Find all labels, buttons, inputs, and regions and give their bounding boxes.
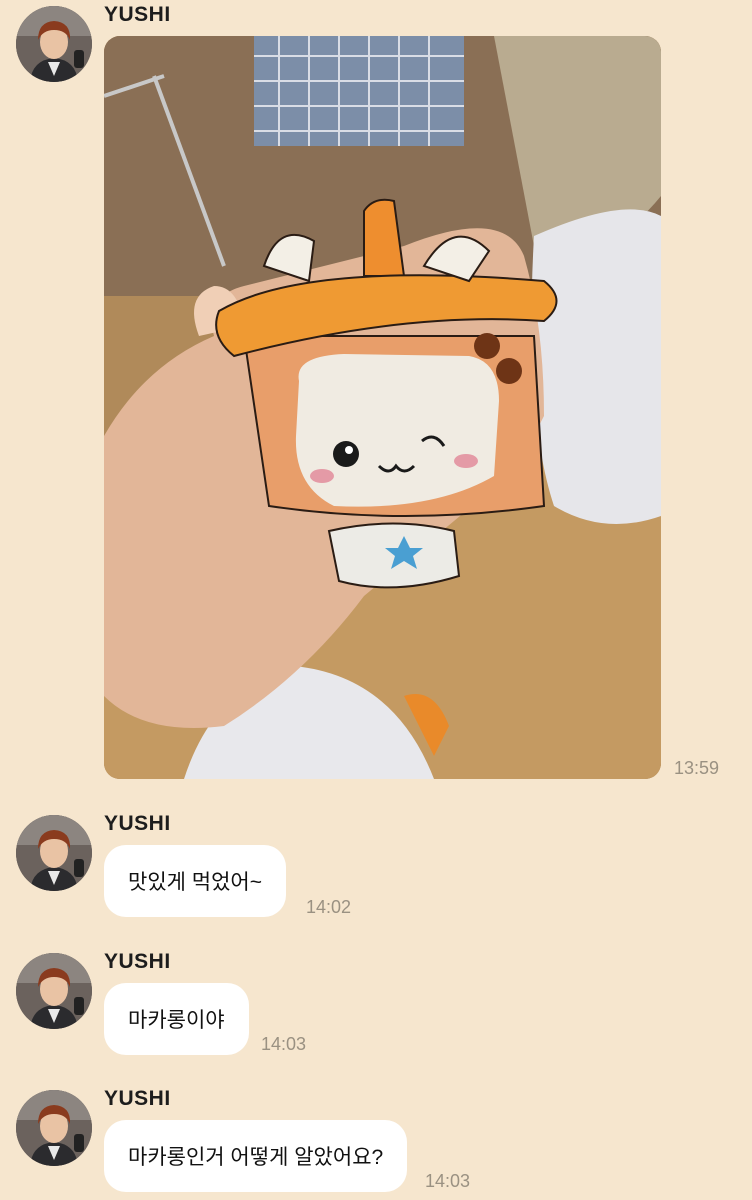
profile-avatar-icon: [16, 6, 92, 82]
sender-name: YUSHI: [104, 3, 171, 26]
sender-name: YUSHI: [104, 1087, 171, 1110]
avatar[interactable]: [16, 815, 92, 891]
profile-avatar-icon: [16, 1090, 92, 1166]
message-bubble[interactable]: 마카롱이야: [104, 983, 249, 1055]
avatar[interactable]: [16, 953, 92, 1029]
message-bubble[interactable]: 마카롱인거 어떻게 알았어요?: [104, 1120, 408, 1192]
avatar[interactable]: [16, 6, 92, 82]
message-time: 13:59: [674, 758, 720, 778]
profile-avatar-icon: [16, 815, 92, 891]
profile-avatar-icon: [16, 953, 92, 1029]
message-photo[interactable]: [104, 36, 661, 779]
message-time: 14:02: [306, 897, 352, 917]
sender-name: YUSHI: [104, 950, 171, 973]
avatar[interactable]: [16, 1090, 92, 1166]
macaron-photo-icon: [104, 36, 661, 779]
message-time: 14:03: [261, 1034, 307, 1054]
sender-name: YUSHI: [104, 812, 171, 835]
message-time: 14:03: [425, 1171, 471, 1191]
message-bubble[interactable]: 맛있게 먹었어~: [104, 845, 287, 917]
